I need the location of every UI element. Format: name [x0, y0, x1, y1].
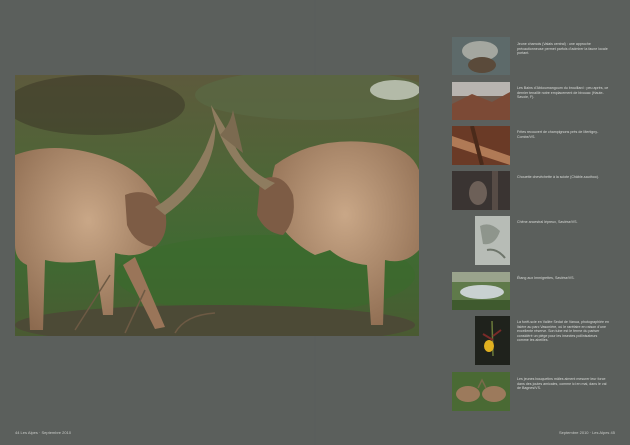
caption-8: Les jeunes bouquetins mâles aiment mesur…: [517, 377, 607, 391]
caption-6: Étang aux Immigrettes, Savièse/VS.: [517, 276, 575, 280]
thumb-pond: [452, 272, 510, 310]
caption-7: La forêt-scie en Vallée Sedat de Vanua, …: [517, 320, 609, 343]
right-page-folio: Septembre 2010 · Les Alpes 45: [558, 430, 615, 435]
caption-5: Chêne ancestral lépreux, Savièse/VS.: [517, 220, 578, 224]
caption-4: Chouette chevêchette à la sciote (Châble…: [517, 175, 599, 179]
caption-1: Jeune chamois (Valais central) : une app…: [517, 42, 608, 56]
left-page-folio: 44 Les Alpes · Septembre 2010: [15, 430, 72, 435]
caption-3: Frites recouvert de champignons près de …: [517, 130, 599, 139]
thumb-chamois: [452, 37, 510, 75]
caption-2: Les Bains d’Abkoumangoum du brouillard :…: [517, 86, 609, 100]
thumb-oak-lichen: [475, 216, 510, 265]
magazine-spread: Jeune chamois (Valais central) : une app…: [0, 0, 630, 445]
thumb-mushroom-log: [452, 126, 510, 165]
ibex-photo: [15, 75, 419, 336]
thumb-orchid: [475, 316, 510, 365]
thumb-ibex-pair: [452, 372, 510, 411]
thumb-owl: [452, 171, 510, 210]
thumb-fog-mountains: [452, 82, 510, 120]
